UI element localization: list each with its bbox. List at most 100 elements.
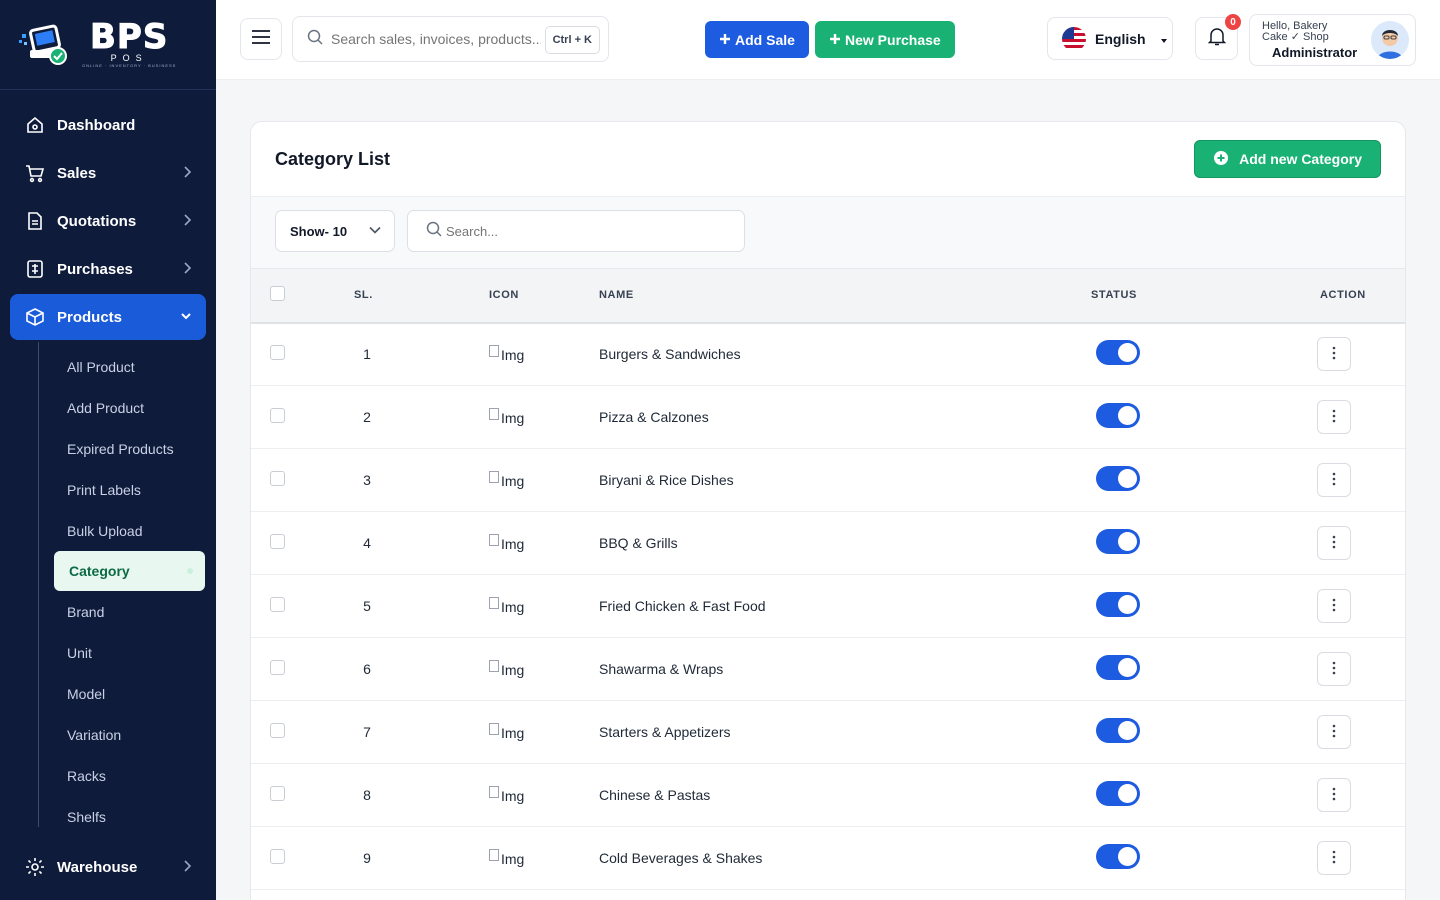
user-menu[interactable]: Hello, Bakery Cake ✓ Shop Administrator	[1249, 14, 1416, 66]
more-vertical-icon	[1332, 535, 1336, 552]
category-table: SL. ICON NAME STATUS ACTION 1 Img Burger…	[251, 268, 1405, 890]
category-image: Img	[489, 533, 524, 552]
page-size-label: Show- 10	[290, 223, 348, 239]
row-checkbox[interactable]	[270, 786, 285, 801]
products-submenu: All Product Add Product Expired Products…	[38, 342, 216, 837]
table-row: 5 Img Fried Chicken & Fast Food	[251, 575, 1405, 638]
row-actions-button[interactable]	[1317, 400, 1351, 434]
us-flag-icon	[1062, 26, 1086, 51]
submenu-item-expired-products[interactable]: Expired Products	[38, 428, 216, 469]
table-header-row: SL. ICON NAME STATUS ACTION	[251, 268, 1405, 323]
row-actions-button[interactable]	[1317, 778, 1351, 812]
category-image: Img	[489, 659, 524, 678]
status-toggle[interactable]	[1096, 529, 1140, 554]
submenu-item-variation[interactable]: Variation	[38, 714, 216, 755]
row-actions-button[interactable]	[1317, 337, 1351, 372]
status-toggle[interactable]	[1096, 340, 1140, 366]
category-name: Pizza & Calzones	[599, 409, 709, 425]
table-row: 7 Img Starters & Appetizers	[251, 701, 1405, 764]
status-toggle[interactable]	[1096, 718, 1140, 743]
active-dot-icon	[187, 568, 193, 574]
brand-logo[interactable]: BPS POS ONLINE · INVENTORY · BUSINESS	[0, 0, 216, 90]
row-checkbox[interactable]	[270, 660, 285, 675]
broken-image-icon	[489, 722, 499, 735]
select-all-checkbox[interactable]	[270, 286, 285, 302]
status-toggle[interactable]	[1096, 466, 1140, 491]
user-greeting: Hello, Bakery Cake ✓ Shop	[1262, 20, 1329, 43]
row-checkbox[interactable]	[270, 534, 285, 549]
page-size-select[interactable]: Show- 10	[275, 210, 395, 252]
table-search-input[interactable]	[446, 223, 726, 239]
sidebar-item-warehouse[interactable]: Warehouse	[10, 844, 206, 890]
add-category-label: Add new Category	[1239, 151, 1362, 167]
row-actions-button[interactable]	[1317, 589, 1351, 623]
sidebar-item-dashboard[interactable]: Dashboard	[10, 102, 206, 148]
row-actions-button[interactable]	[1317, 715, 1351, 749]
submenu-item-model[interactable]: Model	[38, 673, 216, 714]
status-toggle[interactable]	[1096, 403, 1140, 428]
status-toggle[interactable]	[1096, 655, 1140, 680]
status-toggle[interactable]	[1096, 844, 1140, 869]
add-sale-button[interactable]: Add Sale	[705, 21, 809, 58]
category-image: Img	[489, 596, 524, 615]
row-actions-button[interactable]	[1317, 463, 1351, 497]
row-actions-button[interactable]	[1317, 841, 1351, 875]
submenu-item-category[interactable]: Category	[54, 551, 205, 591]
submenu-item-shelfs[interactable]: Shelfs	[38, 796, 216, 837]
avatar	[1371, 21, 1409, 59]
submenu-item-print-labels[interactable]: Print Labels	[38, 469, 216, 510]
broken-image-icon	[489, 785, 499, 798]
row-sl: 3	[363, 472, 371, 488]
more-vertical-icon	[1332, 787, 1336, 804]
category-image: Img	[489, 344, 525, 363]
row-checkbox[interactable]	[270, 345, 285, 361]
column-header-icon: ICON	[489, 289, 519, 302]
submenu-item-bulk-upload[interactable]: Bulk Upload	[38, 510, 216, 551]
notifications-button[interactable]: 0	[1195, 14, 1241, 60]
chevron-right-icon	[182, 859, 192, 877]
table-search[interactable]	[407, 210, 745, 252]
new-purchase-button[interactable]: New Purchase	[815, 21, 955, 58]
submenu-item-all-product[interactable]: All Product	[38, 346, 216, 387]
submenu-item-brand[interactable]: Brand	[38, 591, 216, 632]
language-label: English	[1095, 30, 1146, 47]
broken-image-icon	[489, 470, 499, 483]
row-checkbox[interactable]	[270, 849, 285, 864]
more-vertical-icon	[1332, 661, 1336, 678]
search-icon	[426, 221, 442, 242]
add-category-button[interactable]: Add new Category	[1194, 140, 1381, 178]
submenu-item-racks[interactable]: Racks	[38, 755, 216, 796]
sidebar-item-label: Warehouse	[57, 858, 138, 876]
global-search-input[interactable]	[331, 31, 541, 47]
row-checkbox[interactable]	[270, 408, 285, 423]
sidebar-item-quotations[interactable]: Quotations	[10, 198, 206, 244]
brand-sub: POS	[110, 52, 148, 63]
notification-count-badge: 0	[1225, 14, 1241, 30]
sidebar: BPS POS ONLINE · INVENTORY · BUSINESS Da…	[0, 0, 216, 900]
image-alt-text: Img	[501, 787, 525, 804]
brand-name: BPS	[90, 16, 169, 57]
page-title: Category List	[275, 149, 391, 169]
row-actions-button[interactable]	[1317, 526, 1351, 560]
row-checkbox[interactable]	[270, 597, 285, 612]
chevron-right-icon	[182, 261, 192, 279]
sidebar-item-label: Dashboard	[57, 116, 136, 134]
row-checkbox[interactable]	[270, 723, 285, 738]
submenu-item-add-product[interactable]: Add Product	[38, 387, 216, 428]
submenu-item-unit[interactable]: Unit	[38, 632, 216, 673]
sidebar-item-products[interactable]: Products	[10, 294, 206, 340]
sidebar-item-sales[interactable]: Sales	[10, 150, 206, 196]
table-filters: Show- 10	[251, 197, 1405, 268]
row-actions-button[interactable]	[1317, 652, 1351, 686]
menu-toggle-button[interactable]	[240, 18, 282, 60]
status-toggle[interactable]	[1096, 781, 1140, 806]
language-selector[interactable]: English	[1047, 17, 1173, 60]
category-list-card: Category List Add new Category Show- 10 …	[250, 121, 1406, 900]
status-toggle[interactable]	[1096, 592, 1140, 617]
category-name: Shawarma & Wraps	[599, 661, 724, 677]
image-alt-text: Img	[501, 346, 525, 363]
global-search[interactable]: Ctrl + K	[292, 16, 609, 62]
row-checkbox[interactable]	[270, 471, 285, 486]
column-header-name: NAME	[599, 289, 634, 302]
sidebar-item-purchases[interactable]: Purchases	[10, 246, 206, 292]
